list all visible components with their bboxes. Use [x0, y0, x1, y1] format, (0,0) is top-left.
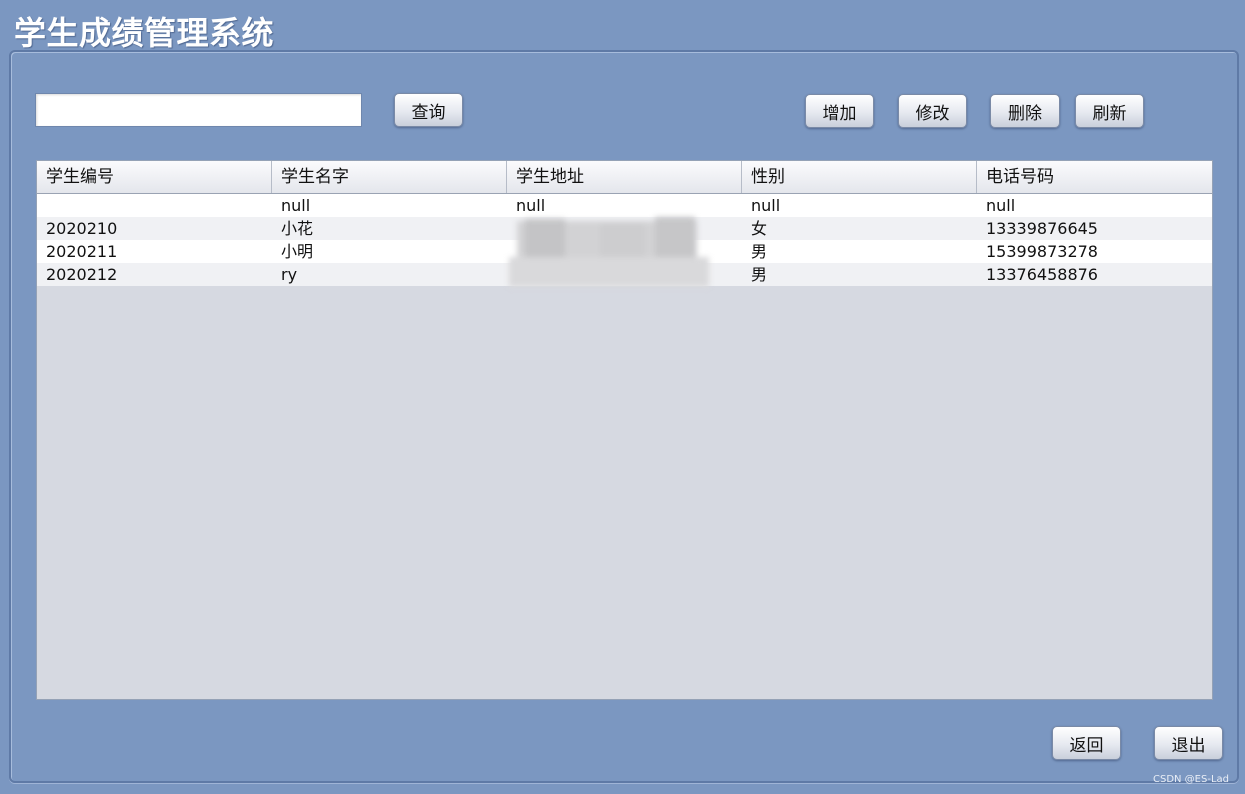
app-title: 学生成绩管理系统 [14, 14, 275, 52]
delete-button[interactable]: 删除 [990, 94, 1060, 128]
cell-gender: 男 [751, 242, 768, 261]
search-input[interactable] [35, 93, 362, 127]
cell-phone: 13376458876 [986, 265, 1098, 284]
table-row[interactable]: null null null null [37, 194, 1212, 217]
cell-student-name: 小明 [281, 242, 314, 261]
cell-gender: 男 [751, 265, 768, 284]
cell-student-id [37, 194, 272, 217]
add-button[interactable]: 增加 [805, 94, 874, 128]
query-button[interactable]: 查询 [394, 93, 463, 127]
exit-button[interactable]: 退出 [1154, 726, 1223, 760]
cell-student-name: ry [281, 265, 298, 284]
edit-button[interactable]: 修改 [898, 94, 967, 128]
cell-student-id: 2020212 [46, 265, 118, 284]
cell-phone: 13339876645 [986, 219, 1098, 238]
column-header-student-name[interactable]: 学生名字 [272, 161, 507, 193]
column-header-student-address[interactable]: 学生地址 [507, 161, 742, 193]
column-header-phone[interactable]: 电话号码 [977, 161, 1212, 193]
table-header: 学生编号 学生名字 学生地址 性别 电话号码 [37, 161, 1212, 194]
cell-student-name: 小花 [281, 219, 314, 238]
watermark: CSDN @ES-Lad [1152, 774, 1229, 785]
column-header-gender[interactable]: 性别 [742, 161, 977, 193]
cell-student-address: null [516, 196, 546, 215]
cell-phone: 15399873278 [986, 242, 1098, 261]
refresh-button[interactable]: 刷新 [1075, 94, 1144, 128]
cell-gender: 女 [751, 219, 768, 238]
cell-gender: null [751, 196, 781, 215]
address-redaction-mask [505, 217, 710, 297]
cell-student-name: null [281, 196, 311, 215]
cell-student-id: 2020210 [46, 219, 118, 238]
cell-phone: null [986, 196, 1016, 215]
column-header-student-id[interactable]: 学生编号 [37, 161, 272, 193]
cell-student-id: 2020211 [46, 242, 118, 261]
back-button[interactable]: 返回 [1052, 726, 1121, 760]
